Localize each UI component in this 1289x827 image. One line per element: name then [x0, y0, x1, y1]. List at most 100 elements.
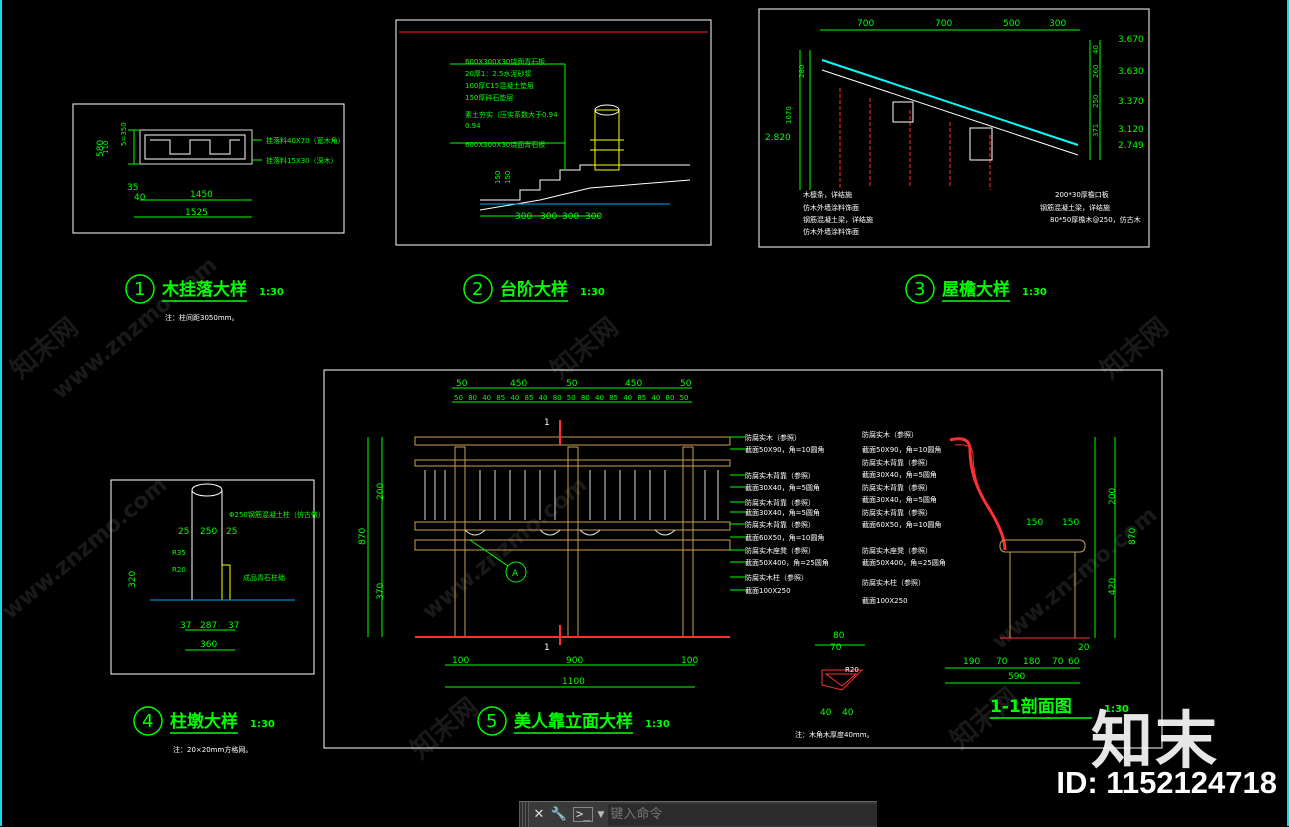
dim-top2: 40: [623, 394, 632, 402]
bench-label: 截面60X50，角=10圆角: [745, 533, 824, 542]
watermark-brand: 知末网: [945, 682, 1024, 755]
dim-step-4: 300: [585, 212, 602, 222]
dim-top2: 80: [553, 394, 562, 402]
dim-top2: 80: [468, 394, 477, 402]
el-3670: 3.670: [1118, 35, 1144, 45]
command-prompt-icon[interactable]: >_: [573, 807, 594, 822]
title-name: 屋檐大样: [942, 279, 1010, 300]
label-eave-3: 钢筋混凝土梁，详结施: [803, 215, 873, 224]
dim-1100: 1100: [562, 677, 585, 687]
top-dims-2: 50 80 40 85 40 85 40 80 50 80 40 85 40 85 40 80 50: [454, 394, 689, 402]
close-icon[interactable]: ✕: [529, 805, 549, 825]
drag-handle[interactable]: [519, 802, 529, 827]
label-eave-1: 木檩条，详结施: [803, 190, 852, 199]
dim-280: 280: [798, 65, 806, 78]
title-scale: 1:30: [580, 287, 605, 298]
section-label: 防腐实木柱（参照）: [862, 578, 925, 587]
dim-r371: 371: [1092, 124, 1100, 137]
dim-a-80: 80: [833, 631, 845, 641]
dim-s-60: 60: [1068, 657, 1080, 667]
detail-3-eave[interactable]: 700 700 500 300 3.670 3.630 3.370 3.120 …: [758, 8, 1150, 248]
dim-top1: 450: [510, 379, 527, 389]
dim-top-300: 300: [1049, 19, 1066, 29]
label-r20: R20: [172, 566, 186, 574]
dim-top1: 50: [456, 379, 468, 389]
dim-287: 287: [200, 621, 217, 631]
dim-r250: 250: [1092, 95, 1100, 108]
title-number: 5: [486, 711, 497, 732]
layer-1: 600X300X30烧面青石板: [465, 57, 545, 66]
dim-s-200: 200: [1108, 488, 1118, 505]
dim-s-190: 190: [963, 657, 980, 667]
dim-top2: 40: [482, 394, 491, 402]
bench-label: 防腐实木背靠（参照）: [745, 498, 815, 507]
dim-s-70a: 70: [996, 657, 1008, 667]
dim-37b: 37: [228, 621, 239, 631]
label-column-base: 成品青石柱础: [243, 573, 285, 582]
section-mark-top: 1: [544, 418, 550, 428]
detail-a-handrail-profile[interactable]: 80 70 40 40 R20: [815, 631, 865, 718]
dim-40: 40: [134, 193, 146, 203]
dim-top2: 40: [595, 394, 604, 402]
dim-1450: 1450: [190, 190, 213, 200]
title-scale: 1:30: [259, 287, 284, 298]
dim-top2: 40: [510, 394, 519, 402]
dim-top2: 40: [651, 394, 660, 402]
label-eave-4: 仿木外墙涂料饰面: [803, 227, 859, 236]
dim-a-40b: 40: [842, 708, 854, 718]
chevron-down-icon[interactable]: ▼: [597, 810, 604, 820]
watermark-brand: 知末网: [405, 692, 484, 765]
layer-4: 150厚碎石垫层: [465, 93, 513, 102]
section-label: 防腐实木背靠（参照）: [862, 458, 932, 467]
dim-top2: 85: [609, 394, 618, 402]
dim-100b: 100: [681, 656, 698, 666]
detail-1-wood-fascia[interactable]: 1450 1525 580 35 40 110 5=350 挂落料40X70（宽…: [72, 103, 345, 234]
dim-top2: 50: [454, 394, 463, 402]
dim-35: 35: [127, 183, 138, 193]
dim-a-40a: 40: [820, 708, 832, 718]
dim-370: 370: [376, 583, 386, 600]
dim-step-3: 300: [562, 212, 579, 222]
title-note: 注：20×20mm方格网。: [173, 745, 252, 754]
bench-labels: 防腐实木（参照）截面50X90，角=10圆角防腐实木背靠（参照）截面30X40，…: [730, 433, 829, 595]
detail-5-frame: [323, 369, 1163, 749]
section-label: 防腐实木（参照）: [862, 430, 918, 439]
bench-label: 防腐实木背靠（参照）: [745, 520, 815, 529]
dim-rise-2: 150: [504, 171, 512, 184]
title-note: 注：木角木厚度40mm。: [795, 730, 874, 739]
dim-s-70b: 70: [1052, 657, 1064, 667]
detail-1-frame: [72, 103, 345, 234]
title-name: 台阶大样: [500, 279, 568, 300]
layer-5: 素土夯实（压实系数大于0.94: [465, 110, 558, 119]
dim-320: 320: [128, 571, 138, 588]
dim-a-70: 70: [830, 643, 842, 653]
detail-5-bench-elevation[interactable]: 50 450 50 450 50 50 80 40 85 40 85 40 80 50 80 40 85 40 8…: [323, 369, 1163, 749]
label-r20: R20: [845, 666, 859, 674]
watermark-site: www.znzmo.com: [0, 473, 172, 625]
dim-870: 870: [358, 528, 368, 545]
title-name: 柱墩大样: [170, 711, 238, 732]
dim-top2: 80: [666, 394, 675, 402]
bench-label: 截面50X90，角=10圆角: [745, 445, 824, 454]
dim-top-700b: 700: [935, 19, 952, 29]
command-line-bar[interactable]: ✕ 🔧 >_ ▼: [519, 801, 877, 827]
title-scale: 1:30: [250, 719, 275, 730]
bench-label: 截面50X400，角=25圆角: [745, 558, 829, 567]
label-eave-7: 80*50厚檐木@250，仿古木: [1050, 215, 1141, 224]
section-label: 截面100X250: [862, 596, 908, 605]
el-3370: 3.370: [1118, 97, 1144, 107]
command-input[interactable]: [608, 803, 877, 826]
dim-250: 250: [200, 527, 217, 537]
label-eave-5: 200*30厚檐口板: [1055, 190, 1109, 199]
dim-top2: 50: [680, 394, 689, 402]
label-fascia-2: 挂落料15X30（深木）: [266, 156, 338, 165]
wrench-icon[interactable]: 🔧: [549, 805, 569, 825]
section-label: 截面50X90，角=10圆角: [862, 445, 941, 454]
dim-top1: 50: [566, 379, 578, 389]
dim-37a: 37: [180, 621, 191, 631]
detail-2-step[interactable]: 600X300X30烧面青石板 20厚1：2.5水泥砂浆 100厚C15混凝土垫…: [395, 19, 712, 246]
dim-900: 900: [566, 656, 583, 666]
svg-text:0.94: 0.94: [465, 122, 481, 130]
bench-label: 截面30X40，角=5圆角: [745, 508, 820, 517]
dim-s-420: 420: [1108, 578, 1118, 595]
